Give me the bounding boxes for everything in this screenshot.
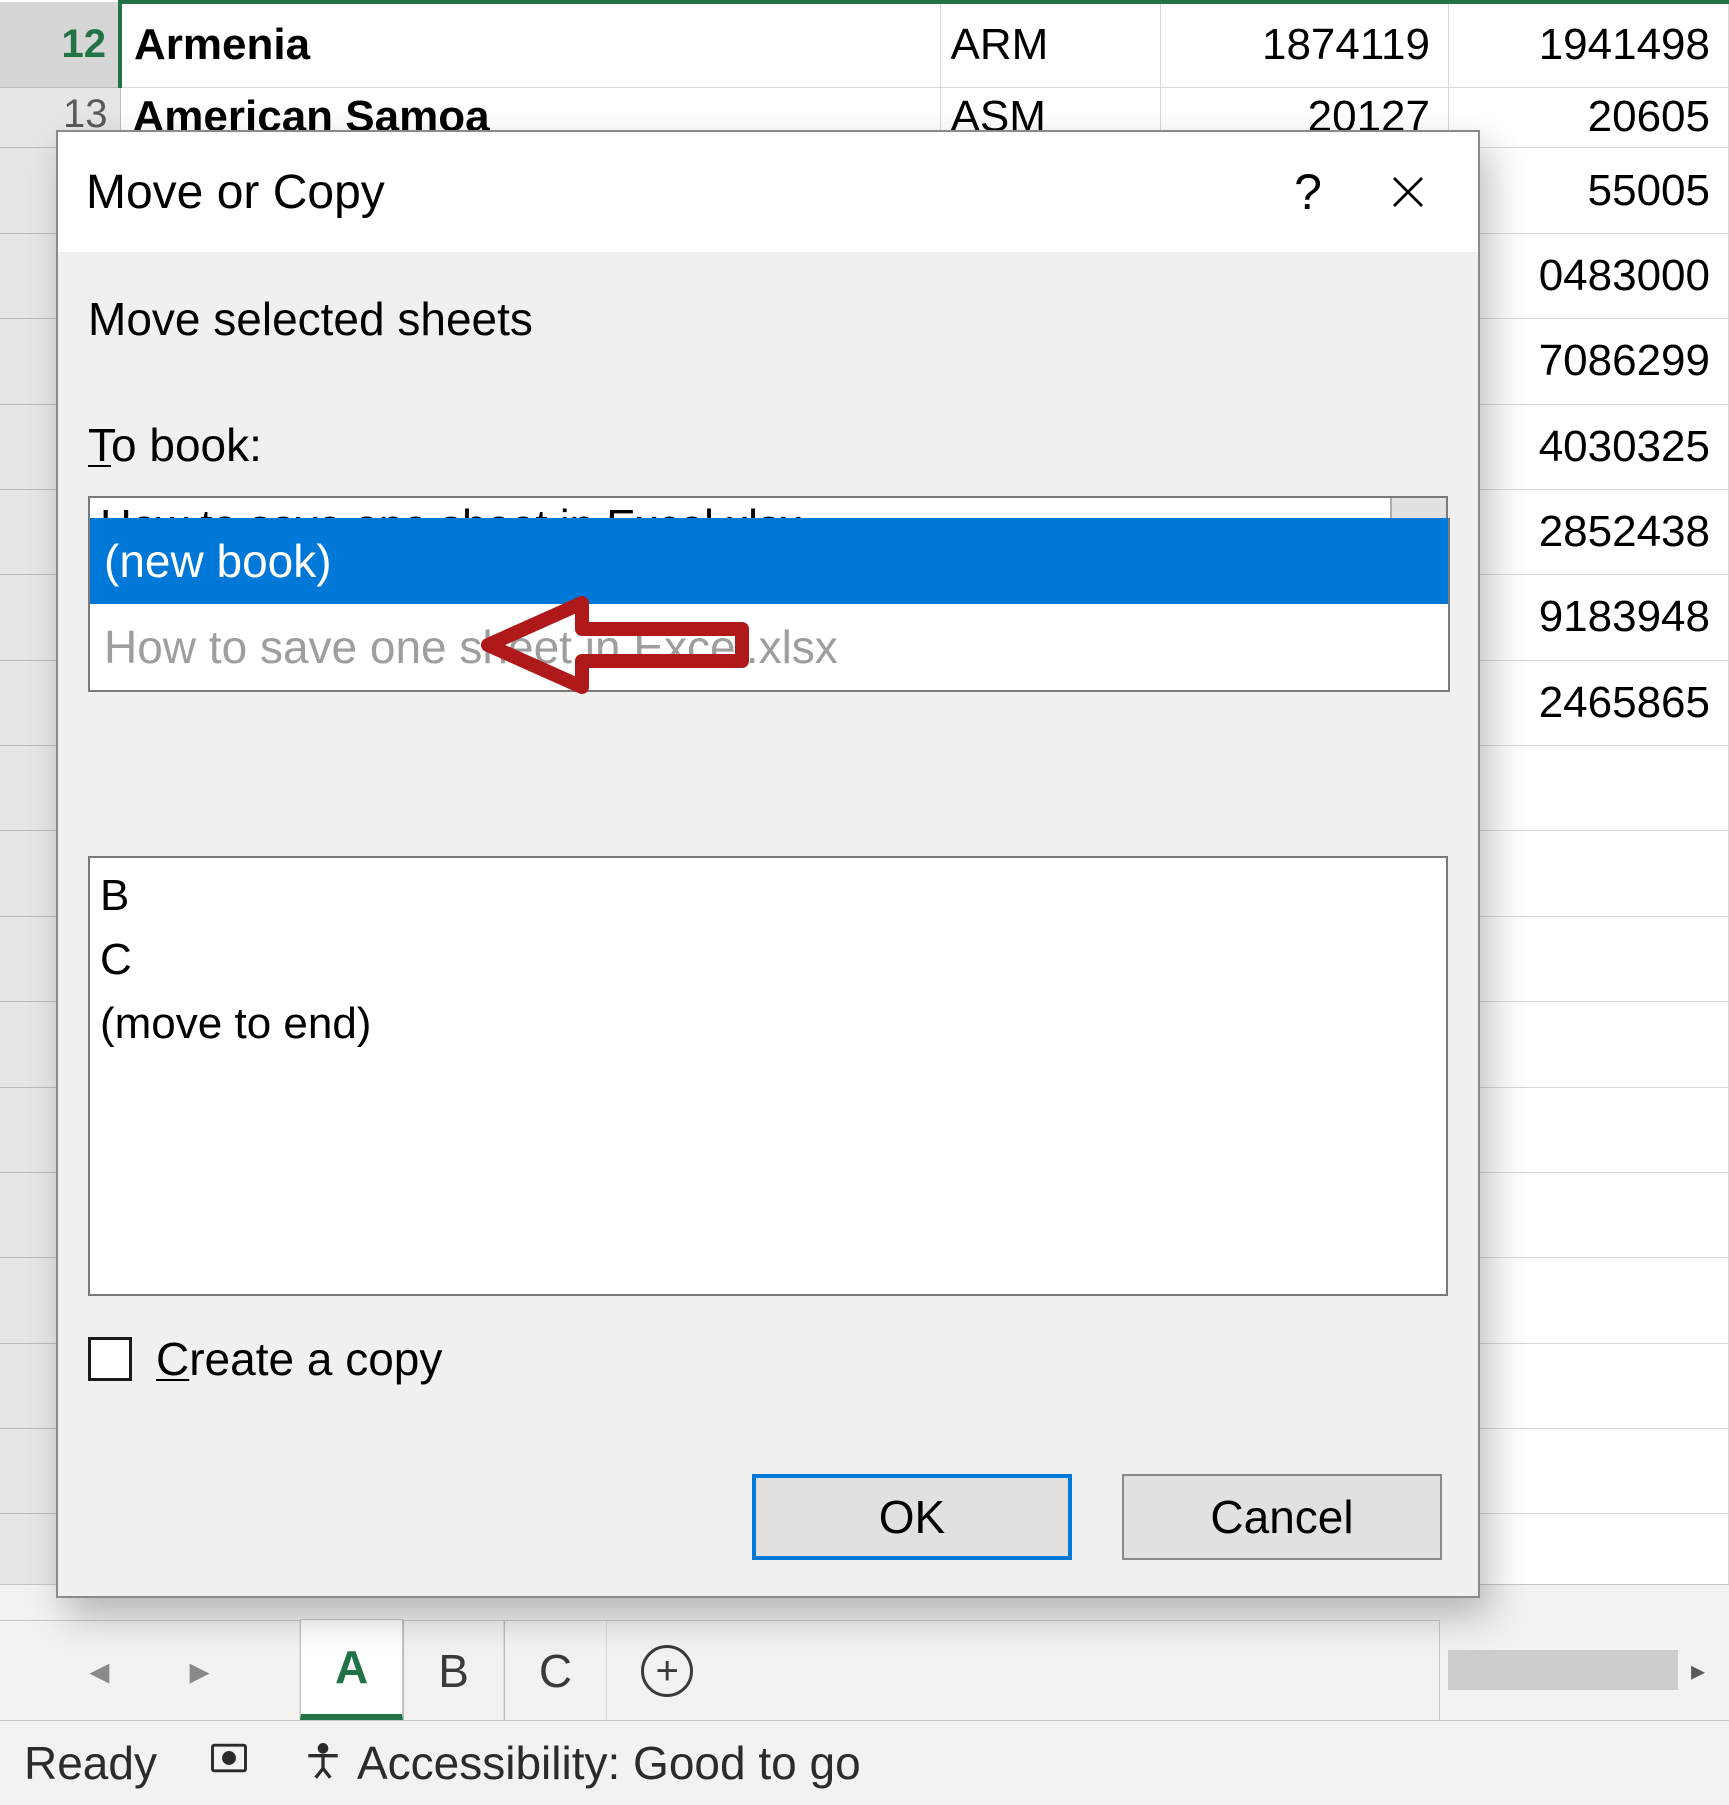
sheet-tab-c[interactable]: C: [504, 1621, 607, 1720]
dialog-titlebar[interactable]: Move or Copy ?: [58, 132, 1478, 252]
status-ready: Ready: [24, 1736, 157, 1790]
create-a-copy-checkbox[interactable]: [88, 1337, 132, 1381]
cell[interactable]: [1449, 746, 1729, 831]
cell[interactable]: [1449, 916, 1729, 1001]
cell-v2[interactable]: 7086299: [1449, 319, 1729, 404]
cell-v1[interactable]: 1874119: [1160, 2, 1449, 87]
grid-row: 12ArmeniaARM18741191941498: [0, 2, 1729, 87]
cell[interactable]: [1449, 1429, 1729, 1514]
plus-icon: +: [655, 1651, 678, 1691]
accessibility-status[interactable]: Accessibility: Good to go: [301, 1736, 861, 1790]
scrollbar-thumb[interactable]: [1448, 1650, 1678, 1690]
cell-v2[interactable]: 1941498: [1449, 2, 1729, 87]
cell-v2[interactable]: 4030325: [1449, 404, 1729, 489]
nav-right-icon[interactable]: ▸: [190, 1648, 210, 1694]
macro-record-icon[interactable]: [207, 1736, 251, 1790]
horizontal-scrollbar[interactable]: ▸: [1439, 1620, 1729, 1720]
sheet-nav-buttons[interactable]: ◂ ▸: [0, 1621, 300, 1720]
cell-v2[interactable]: 9183948: [1449, 575, 1729, 660]
status-bar: Ready Accessibility: Good to go: [0, 1720, 1729, 1805]
cell[interactable]: [1449, 831, 1729, 916]
dropdown-option[interactable]: (new book): [90, 518, 1448, 604]
accessibility-icon: [301, 1741, 345, 1785]
close-icon: [1387, 171, 1429, 213]
ok-button[interactable]: OK: [752, 1474, 1072, 1560]
listbox-item[interactable]: (move to end): [100, 992, 1436, 1056]
close-button[interactable]: [1358, 152, 1458, 232]
to-book-label: To book:: [88, 418, 1448, 472]
dialog-title: Move or Copy: [86, 165, 1258, 220]
sheet-tab-a[interactable]: A: [300, 1619, 403, 1720]
cell-v2[interactable]: 55005: [1449, 148, 1729, 233]
cell-code[interactable]: ARM: [940, 2, 1160, 87]
nav-left-icon[interactable]: ◂: [89, 1648, 109, 1694]
cell-v2[interactable]: 0483000: [1449, 233, 1729, 318]
cell-name[interactable]: Armenia: [120, 2, 940, 87]
listbox-item[interactable]: C: [100, 928, 1436, 992]
create-a-copy-row[interactable]: Create a copy: [88, 1332, 1448, 1386]
row-header[interactable]: 12: [0, 2, 120, 87]
cell[interactable]: [1449, 1258, 1729, 1343]
to-book-dropdown[interactable]: (new book)How to save one sheet in Excel…: [88, 518, 1450, 692]
cell[interactable]: [1449, 1172, 1729, 1257]
cell-v2[interactable]: 2465865: [1449, 660, 1729, 745]
move-selected-sheets-label: Move selected sheets: [88, 292, 1448, 346]
listbox-item[interactable]: B: [100, 864, 1436, 928]
cell[interactable]: [1449, 1343, 1729, 1428]
scroll-right-icon[interactable]: ▸: [1678, 1654, 1718, 1687]
help-button[interactable]: ?: [1258, 152, 1358, 232]
cell-v2[interactable]: 20605: [1449, 87, 1729, 148]
cell-v2[interactable]: 2852438: [1449, 489, 1729, 574]
dropdown-option[interactable]: How to save one sheet in Excel.xlsx: [90, 604, 1448, 690]
create-a-copy-label: Create a copy: [156, 1332, 442, 1386]
before-sheet-listbox[interactable]: BC(move to end): [88, 856, 1448, 1296]
sheet-tab-b[interactable]: B: [403, 1621, 504, 1720]
cancel-button[interactable]: Cancel: [1122, 1474, 1442, 1560]
add-sheet-button[interactable]: +: [607, 1621, 727, 1720]
accessibility-label: Accessibility: Good to go: [357, 1736, 861, 1790]
cell[interactable]: [1449, 1002, 1729, 1087]
move-or-copy-dialog: Move or Copy ? Move selected sheets To b…: [56, 130, 1480, 1598]
cell[interactable]: [1449, 1087, 1729, 1172]
